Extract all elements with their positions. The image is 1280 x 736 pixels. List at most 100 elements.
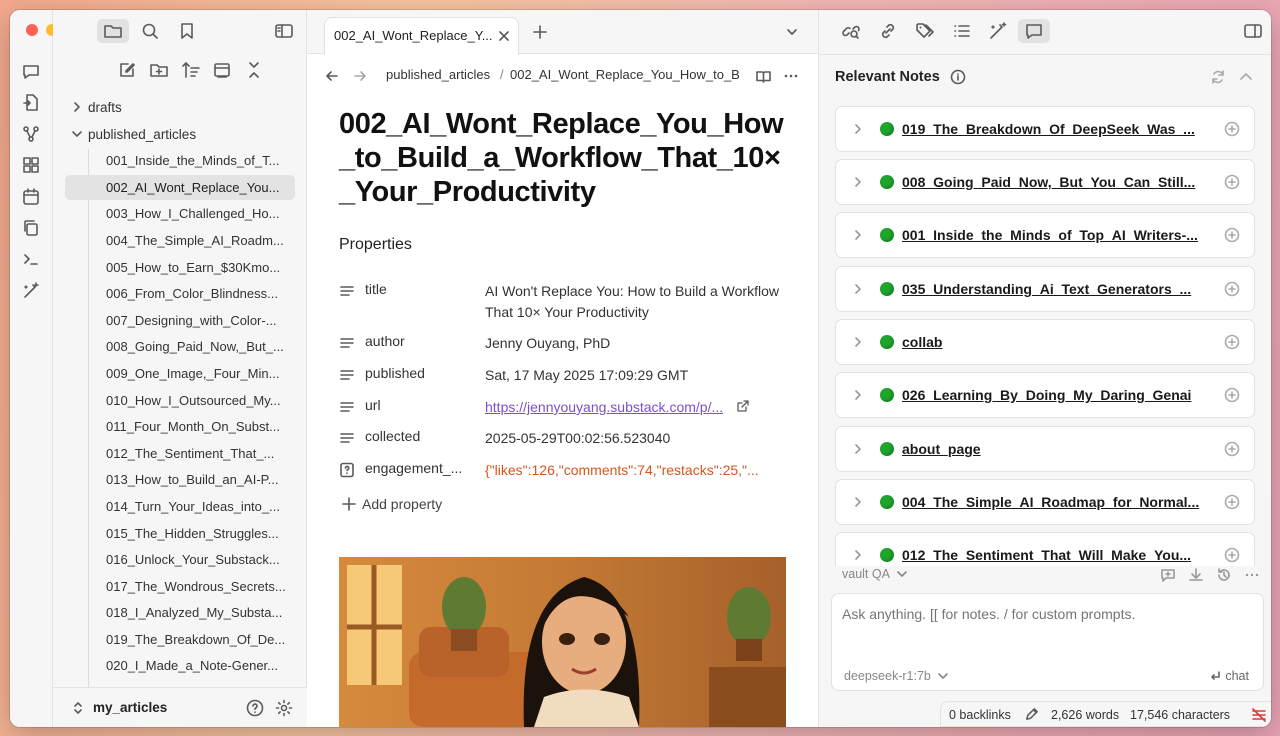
- relevant-note-card[interactable]: 004_The_Simple_AI_Roadmap_for_Normal...: [835, 479, 1255, 525]
- auto-reveal-button[interactable]: [212, 60, 232, 80]
- note-title[interactable]: 002_AI_Wont_Replace_You_How_to_Build_a_W…: [339, 107, 789, 209]
- tab-current-note[interactable]: 002_AI_Wont_Replace_Y...: [324, 17, 519, 55]
- chat-mode-selector[interactable]: vault QA: [842, 567, 908, 581]
- help-icon[interactable]: [245, 698, 265, 718]
- relevant-note-card[interactable]: 008_Going_Paid_Now,_But_You_Can_Still...: [835, 159, 1255, 205]
- relevant-note-card[interactable]: 012_The_Sentiment_That_Will_Make_You...: [835, 532, 1255, 566]
- relevant-note-link[interactable]: 004_The_Simple_AI_Roadmap_for_Normal...: [902, 494, 1210, 510]
- file-item[interactable]: 006_From_Color_Blindness...: [65, 281, 295, 306]
- chat-icon[interactable]: [21, 62, 41, 82]
- vault-name[interactable]: my_articles: [93, 700, 167, 715]
- property-row-engagement[interactable]: engagement_... {"likes":126,"comments":7…: [339, 460, 789, 484]
- file-item[interactable]: 001_Inside_the_Minds_of_T...: [65, 148, 295, 173]
- property-value[interactable]: Sat, 17 May 2025 17:09:29 GMT: [485, 365, 785, 386]
- relevant-note-link[interactable]: 035_Understanding_Ai_Text_Generators_...: [902, 281, 1210, 297]
- terminal-icon[interactable]: [21, 249, 41, 269]
- calendar-icon[interactable]: [21, 187, 41, 207]
- property-row-url[interactable]: url https://jennyouyang.substack.com/p/.…: [339, 397, 789, 421]
- file-item[interactable]: 009_One_Image,_Four_Min...: [65, 361, 295, 386]
- ai-assist-tab[interactable]: [982, 19, 1014, 43]
- reading-view-book-icon[interactable]: [755, 68, 772, 85]
- property-value[interactable]: AI Won't Replace You: How to Build a Wor…: [485, 281, 785, 323]
- toggle-right-sidebar-button[interactable]: [1237, 19, 1269, 43]
- send-chat-button[interactable]: chat: [1209, 669, 1249, 683]
- sort-button[interactable]: [181, 60, 201, 80]
- more-options-icon[interactable]: [1244, 567, 1260, 583]
- relevant-note-link[interactable]: 019_The_Breakdown_Of_DeepSeek_Was_...: [902, 121, 1210, 137]
- add-property-button[interactable]: Add property: [342, 496, 442, 512]
- history-icon[interactable]: [1216, 567, 1232, 583]
- add-to-context-plus-icon[interactable]: [1224, 387, 1240, 403]
- chevron-right-icon[interactable]: [851, 228, 865, 242]
- collapse-all-button[interactable]: [244, 60, 264, 80]
- relevant-note-link[interactable]: collab: [902, 334, 1210, 350]
- file-item[interactable]: 010_How_I_Outsourced_My...: [65, 388, 295, 413]
- relevant-note-card[interactable]: 035_Understanding_Ai_Text_Generators_...: [835, 266, 1255, 312]
- relevant-note-card[interactable]: 026_Learning_By_Doing_My_Daring_Genai: [835, 372, 1255, 418]
- file-import-icon[interactable]: [21, 93, 41, 113]
- add-to-context-plus-icon[interactable]: [1224, 227, 1240, 243]
- link-plugin-tab[interactable]: [835, 19, 867, 43]
- grid-icon[interactable]: [21, 155, 41, 175]
- relevant-note-card[interactable]: collab: [835, 319, 1255, 365]
- external-link-icon[interactable]: [736, 399, 750, 413]
- relevant-note-card[interactable]: 001_Inside_the_Minds_of_Top_AI_Writers-.…: [835, 212, 1255, 258]
- folder-drafts[interactable]: drafts: [53, 95, 122, 119]
- outgoing-links-tab[interactable]: [872, 19, 904, 43]
- chevron-right-icon[interactable]: [851, 282, 865, 296]
- property-row-author[interactable]: author Jenny Ouyang, PhD: [339, 333, 789, 357]
- add-to-context-plus-icon[interactable]: [1224, 281, 1240, 297]
- model-selector[interactable]: deepseek-r1:7b: [844, 669, 949, 683]
- property-row-title[interactable]: title AI Won't Replace You: How to Build…: [339, 281, 789, 325]
- add-to-context-plus-icon[interactable]: [1224, 441, 1240, 457]
- new-tab-plus-icon[interactable]: [532, 24, 548, 40]
- pencil-edit-icon[interactable]: [1024, 707, 1039, 722]
- tags-tab[interactable]: [909, 19, 941, 43]
- new-chat-icon[interactable]: [1160, 567, 1176, 583]
- relevant-note-link[interactable]: 001_Inside_the_Minds_of_Top_AI_Writers-.…: [902, 227, 1210, 243]
- chevron-right-icon[interactable]: [851, 122, 865, 136]
- search-tab[interactable]: [134, 19, 166, 43]
- file-item[interactable]: 012_The_Sentiment_That_...: [65, 441, 295, 466]
- file-item[interactable]: 005_How_to_Earn_$30Kmo...: [65, 255, 295, 280]
- property-value[interactable]: Jenny Ouyang, PhD: [485, 333, 785, 354]
- chevron-up-icon[interactable]: [1238, 69, 1254, 85]
- refresh-icon[interactable]: [1210, 69, 1226, 85]
- file-item[interactable]: 003_How_I_Challenged_Ho...: [65, 201, 295, 226]
- download-icon[interactable]: [1188, 567, 1204, 583]
- add-to-context-plus-icon[interactable]: [1224, 121, 1240, 137]
- file-item[interactable]: 019_The_Breakdown_Of_De...: [65, 627, 295, 652]
- relevant-note-card[interactable]: about_page: [835, 426, 1255, 472]
- relevant-note-link[interactable]: 026_Learning_By_Doing_My_Daring_Genai: [902, 387, 1210, 403]
- bookmarks-tab[interactable]: [171, 19, 203, 43]
- magic-wand-icon[interactable]: [21, 281, 41, 301]
- file-item[interactable]: 007_Designing_with_Color-...: [65, 308, 295, 333]
- add-to-context-plus-icon[interactable]: [1224, 494, 1240, 510]
- property-value[interactable]: 2025-05-29T00:02:56.523040: [485, 428, 785, 449]
- sync-off-icon[interactable]: [1251, 707, 1267, 723]
- info-icon[interactable]: [950, 69, 966, 85]
- chevron-right-icon[interactable]: [851, 335, 865, 349]
- graph-icon[interactable]: [21, 124, 41, 144]
- add-to-context-plus-icon[interactable]: [1224, 547, 1240, 563]
- chevron-down-icon[interactable]: [785, 25, 799, 39]
- file-item[interactable]: 017_The_Wondrous_Secrets...: [65, 574, 295, 599]
- file-item[interactable]: 015_The_Hidden_Struggles...: [65, 521, 295, 546]
- close-icon[interactable]: [498, 30, 510, 42]
- folder-published-articles[interactable]: published_articles: [53, 122, 196, 146]
- close-window-button[interactable]: [26, 24, 38, 36]
- backlinks-count[interactable]: 0 backlinks: [949, 708, 1011, 722]
- chevron-right-icon[interactable]: [851, 388, 865, 402]
- copilot-chat-tab[interactable]: [1018, 19, 1050, 43]
- settings-gear-icon[interactable]: [274, 698, 294, 718]
- breadcrumb-file[interactable]: 002_AI_Wont_Replace_You_How_to_B: [510, 67, 742, 82]
- relevant-note-link[interactable]: 008_Going_Paid_Now,_But_You_Can_Still...: [902, 174, 1210, 190]
- relevant-note-link[interactable]: about_page: [902, 441, 1210, 457]
- chevron-right-icon[interactable]: [851, 548, 865, 562]
- file-item[interactable]: 011_Four_Month_On_Subst...: [65, 414, 295, 439]
- property-row-collected[interactable]: collected 2025-05-29T00:02:56.523040: [339, 428, 789, 452]
- add-to-context-plus-icon[interactable]: [1224, 174, 1240, 190]
- property-row-published[interactable]: published Sat, 17 May 2025 17:09:29 GMT: [339, 365, 789, 389]
- new-note-button[interactable]: [117, 60, 137, 80]
- chevron-right-icon[interactable]: [851, 442, 865, 456]
